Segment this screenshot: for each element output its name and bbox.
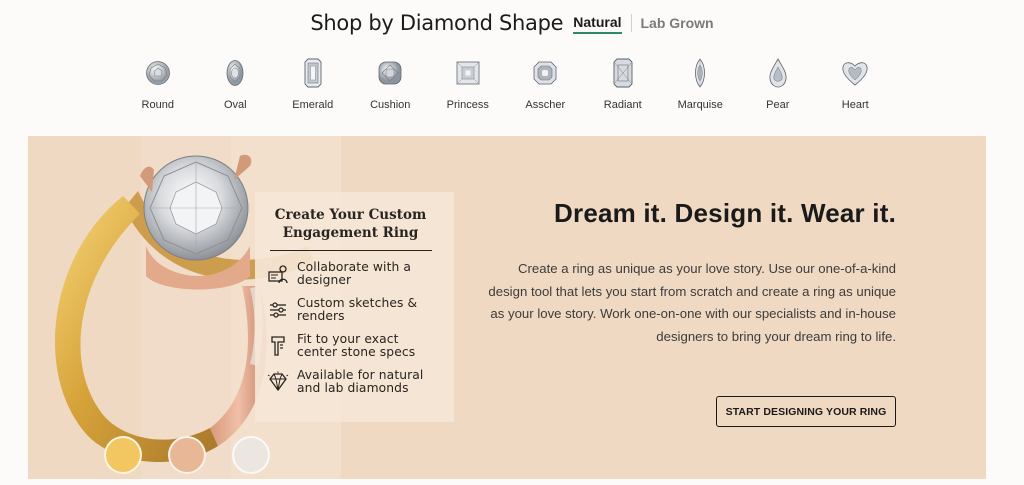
metal-swatches [104, 436, 296, 474]
shape-label: Pear [766, 99, 790, 111]
shape-label: Marquise [677, 99, 723, 111]
swatch-yellow-gold[interactable] [104, 436, 142, 474]
oval-diamond-icon [226, 60, 244, 86]
section-title: Shop by Diamond Shape [310, 11, 564, 35]
feature-line: and lab diamonds [297, 381, 409, 395]
shape-round[interactable]: Round [119, 56, 197, 111]
shape-label: Asscher [525, 99, 566, 111]
feature-line: Fit to your exact [297, 332, 399, 346]
swatch-white-gold[interactable] [232, 436, 270, 474]
feature-line: renders [297, 309, 345, 323]
designer-icon [267, 263, 289, 285]
shape-label: Princess [446, 99, 489, 111]
card-divider [269, 250, 432, 251]
custom-ring-banner: Create Your Custom Engagement Ring Colla… [28, 136, 986, 479]
diamond-shape-list: Round Oval Emerald Cushion Princess Assc… [119, 56, 894, 111]
shape-pear[interactable]: Pear [739, 56, 817, 111]
card-title-line: Create Your Custom [274, 207, 427, 223]
heart-diamond-icon [842, 62, 868, 86]
feature-line: Custom sketches & [297, 296, 418, 310]
sliders-icon [267, 299, 289, 321]
feature-line: Collaborate with a [297, 260, 412, 274]
shape-label: Round [141, 99, 174, 111]
tab-lab-grown[interactable]: Lab Grown [641, 13, 714, 33]
shape-heart[interactable]: Heart [817, 56, 895, 111]
tab-natural[interactable]: Natural [573, 12, 622, 34]
feature-text: Available for natural and lab diamonds [297, 369, 423, 395]
feature-card: Create Your Custom Engagement Ring Colla… [255, 192, 454, 422]
card-title: Create Your Custom Engagement Ring [267, 206, 434, 242]
pear-diamond-icon [769, 58, 787, 88]
tab-divider [630, 14, 632, 32]
start-designing-button[interactable]: START DESIGNING YOUR RING [716, 396, 896, 427]
princess-diamond-icon [456, 61, 480, 85]
feature-item: Fit to your exact center stone specs [267, 333, 434, 359]
banner-description: Create a ring as unique as your love sto… [488, 261, 896, 344]
shape-asscher[interactable]: Asscher [507, 56, 585, 111]
shape-emerald[interactable]: Emerald [274, 56, 352, 111]
shape-label: Oval [223, 99, 247, 111]
shape-label: Radiant [603, 99, 642, 111]
shape-header: Shop by Diamond Shape Natural Lab Grown [0, 8, 1024, 38]
banner-headline: Dream it. Design it. Wear it. [554, 198, 896, 228]
shape-princess[interactable]: Princess [429, 56, 507, 111]
caliper-icon [267, 335, 289, 357]
shape-label: Cushion [370, 99, 411, 111]
shape-label: Heart [841, 99, 869, 111]
feature-line: Available for natural [297, 368, 424, 382]
shape-marquise[interactable]: Marquise [662, 56, 740, 111]
shape-radiant[interactable]: Radiant [584, 56, 662, 111]
asscher-diamond-icon [533, 61, 557, 85]
feature-item: Available for natural and lab diamonds [267, 369, 434, 395]
feature-line: designer [297, 273, 352, 287]
feature-text: Fit to your exact center stone specs [297, 333, 415, 359]
marquise-diamond-icon [695, 58, 706, 88]
cushion-diamond-icon [378, 61, 402, 85]
shape-oval[interactable]: Oval [197, 56, 275, 111]
diamond-icon [267, 371, 289, 393]
feature-item: Custom sketches & renders [267, 297, 434, 323]
feature-line: center stone specs [297, 345, 416, 359]
feature-text: Collaborate with a designer [297, 261, 411, 287]
swatch-rose-gold[interactable] [168, 436, 206, 474]
card-title-line: Engagement Ring [282, 225, 419, 241]
radiant-diamond-icon [613, 58, 633, 88]
feature-item: Collaborate with a designer [267, 261, 434, 287]
shape-cushion[interactable]: Cushion [352, 56, 430, 111]
shape-label: Emerald [292, 99, 334, 111]
emerald-diamond-icon [304, 58, 322, 88]
feature-text: Custom sketches & renders [297, 297, 417, 323]
round-diamond-icon [145, 61, 170, 85]
